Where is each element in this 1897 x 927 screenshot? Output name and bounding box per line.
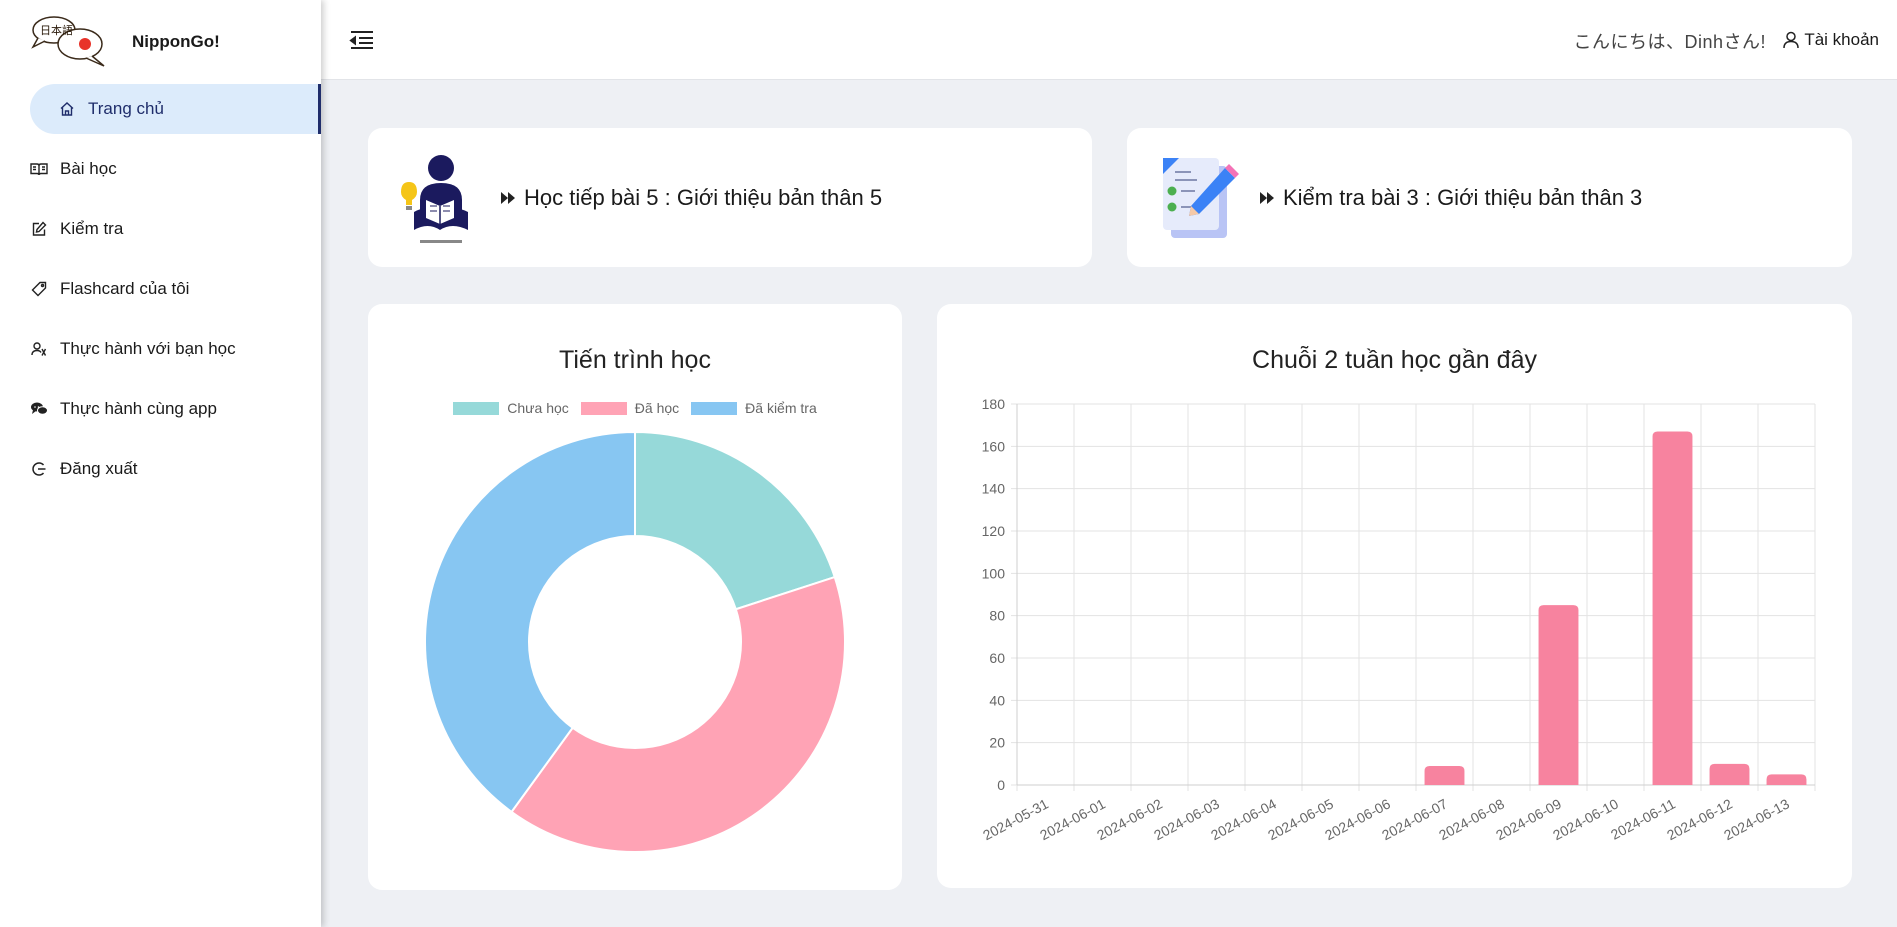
bar[interactable] — [1538, 605, 1579, 785]
sidebar-item-flashcards[interactable]: Flashcard của tôi — [0, 264, 321, 314]
book-icon — [30, 160, 48, 178]
sidebar: 日本語 NipponGo! Trang chủ Bài học Kiểm tra — [0, 0, 321, 927]
bar[interactable] — [1709, 763, 1750, 785]
continue-lesson-text: Học tiếp bài 5 : Giới thiệu bản thân 5 — [524, 184, 883, 210]
y-tick-label: 40 — [989, 692, 1005, 708]
sidebar-item-label: Bài học — [60, 159, 117, 178]
y-tick-label: 0 — [997, 777, 1005, 793]
y-tick-label: 160 — [982, 438, 1006, 454]
sidebar-item-label: Đăng xuất — [60, 459, 138, 478]
tag-icon — [30, 280, 48, 298]
y-tick-label: 20 — [989, 735, 1005, 751]
y-tick-label: 180 — [982, 396, 1006, 412]
menu-collapse-button[interactable] — [349, 28, 375, 52]
bar-chart: 0204060801001201401601802024-05-312024-0… — [980, 396, 1816, 843]
bar[interactable] — [1424, 765, 1465, 785]
sidebar-item-label: Thực hành với bạn học — [60, 339, 236, 358]
x-tick-label: 2024-06-13 — [1721, 795, 1792, 843]
bar[interactable] — [1766, 774, 1807, 785]
sidebar-item-logout[interactable]: Đăng xuất — [0, 444, 321, 494]
sidebar-item-practice-app[interactable]: Thực hành cùng app — [0, 384, 321, 434]
sidebar-item-lessons[interactable]: Bài học — [0, 144, 321, 194]
y-tick-label: 60 — [989, 650, 1005, 666]
sidebar-item-label: Thực hành cùng app — [60, 399, 217, 418]
home-icon — [58, 100, 76, 118]
user-icon — [1783, 31, 1800, 49]
continue-test-text: Kiểm tra bài 3 : Giới thiệu bản thân 3 — [1283, 184, 1643, 210]
x-tick-label: 2024-06-10 — [1550, 795, 1621, 843]
account-label: Tài khoản — [1804, 30, 1879, 49]
app-logo: 日本語 — [31, 16, 105, 67]
donut-slice[interactable] — [510, 575, 846, 854]
sidebar-item-tests[interactable]: Kiểm tra — [0, 204, 321, 254]
y-tick-label: 100 — [982, 565, 1006, 581]
y-tick-label: 120 — [982, 523, 1006, 539]
app-name: NipponGo! — [132, 32, 220, 51]
sidebar-item-label: Kiểm tra — [60, 219, 124, 238]
progress-chart-card: Tiến trình học Chưa học Đã học Đã kiểm t… — [368, 304, 902, 890]
sidebar-item-label: Flashcard của tôi — [60, 279, 190, 298]
bar[interactable] — [1652, 431, 1693, 785]
sidebar-item-home[interactable]: Trang chủ — [30, 84, 321, 134]
streak-chart-card: Chuỗi 2 tuần học gần đây 0 20 40 60 80 100 120… — [937, 304, 1852, 888]
continue-lesson-card[interactable]: Học tiếp bài 5 : Giới thiệu bản thân 5 — [368, 128, 1092, 267]
double-arrow-icon — [501, 191, 515, 204]
donut-slice[interactable] — [634, 430, 836, 611]
reading-student-icon — [401, 154, 468, 243]
checklist-icon — [1163, 157, 1239, 238]
sidebar-item-practice-friends[interactable]: Thực hành với bạn học — [0, 324, 321, 374]
chat-icon — [30, 400, 48, 418]
y-tick-label: 80 — [989, 608, 1005, 624]
sidebar-item-label: Trang chủ — [88, 99, 164, 118]
logo-text: 日本語 — [40, 23, 73, 37]
logout-icon — [30, 460, 48, 478]
brand[interactable]: 日本語 NipponGo! — [30, 14, 220, 70]
double-arrow-icon — [1260, 191, 1274, 204]
sidebar-nav: Trang chủ Bài học Kiểm tra Flashcard của… — [0, 84, 321, 504]
continue-test-card[interactable]: Kiểm tra bài 3 : Giới thiệu bản thân 3 — [1127, 128, 1852, 267]
edit-icon — [30, 220, 48, 238]
top-bar: こんにちは、Dinhさん! Tài khoản — [321, 0, 1897, 80]
donut-chart — [424, 430, 846, 854]
menu-collapse-icon — [349, 31, 373, 49]
account-button[interactable]: Tài khoản — [1783, 30, 1879, 50]
y-tick-label: 140 — [982, 481, 1006, 497]
users-icon — [30, 340, 48, 358]
greeting-text: こんにちは、Dinhさん! — [1573, 32, 1766, 52]
